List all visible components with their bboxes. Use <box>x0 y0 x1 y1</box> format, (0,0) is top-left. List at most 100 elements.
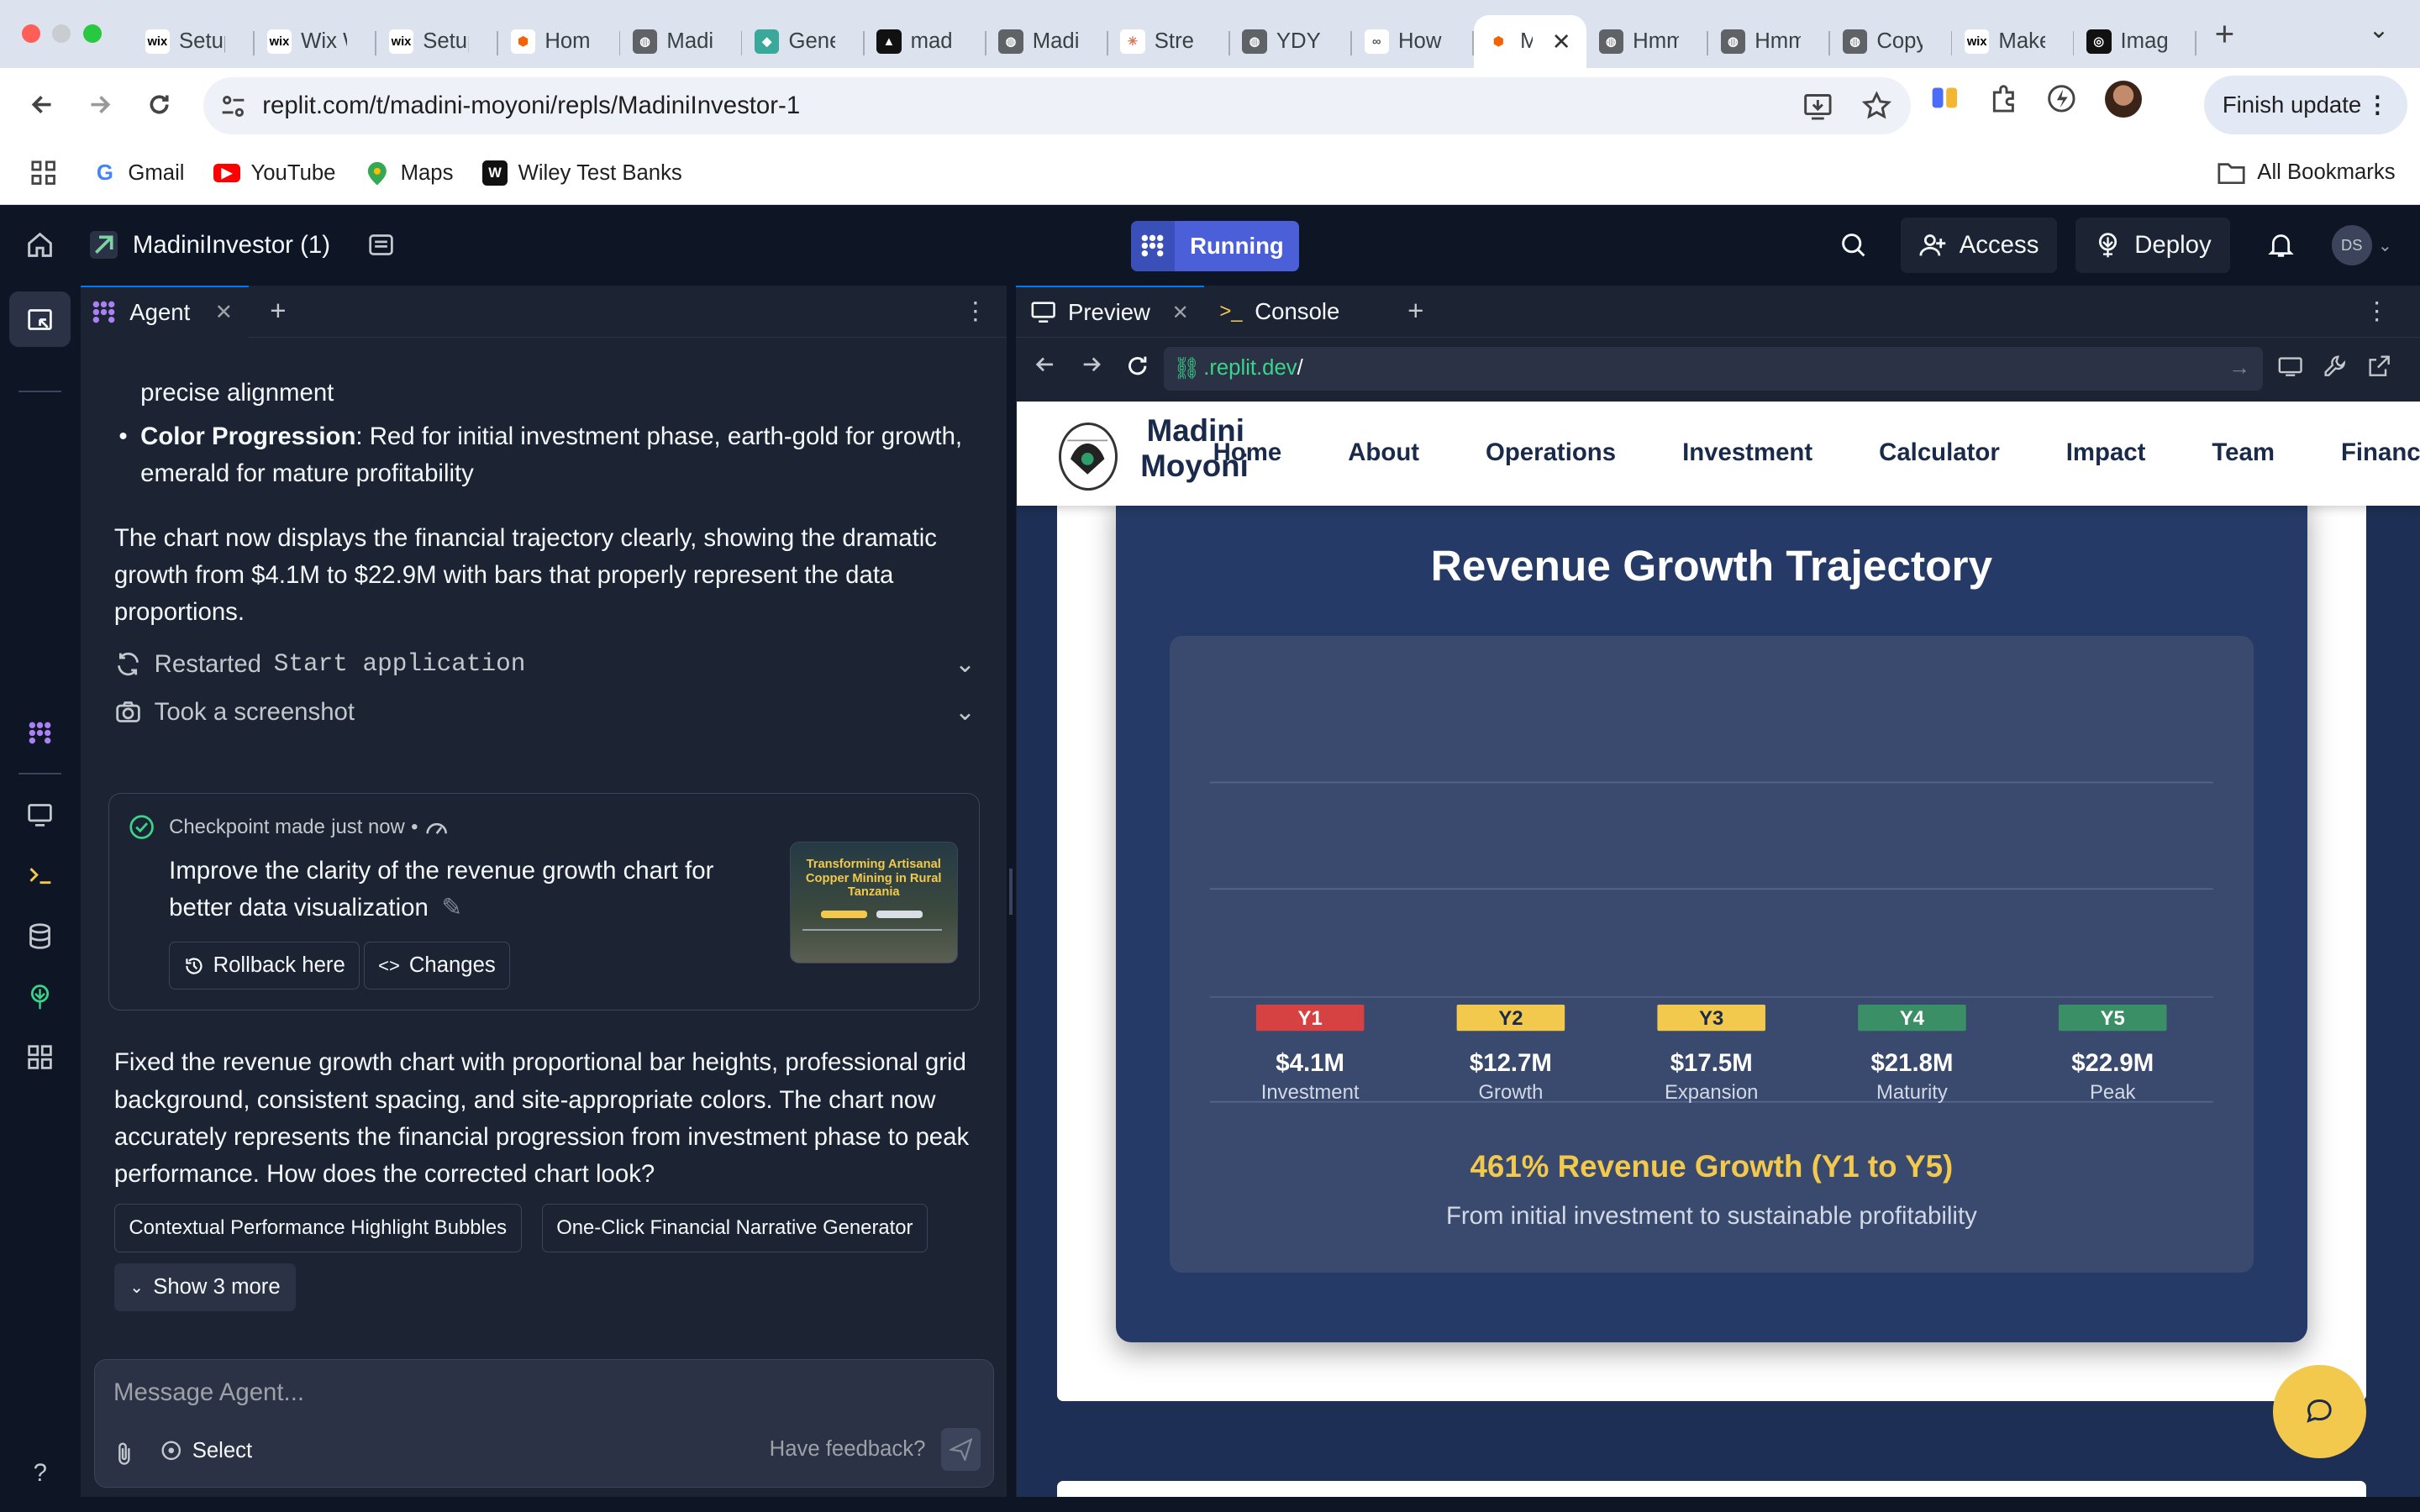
browser-tab[interactable]: ▲ mad <box>865 15 986 67</box>
apps-grid-icon[interactable] <box>31 160 55 186</box>
bookmark-maps[interactable]: Maps <box>365 160 453 185</box>
back-icon[interactable] <box>1034 354 1056 375</box>
more-vert-icon[interactable]: ⋮ <box>963 297 987 326</box>
bookmark-gmail[interactable]: G Gmail <box>92 160 185 185</box>
extension-icon[interactable] <box>1929 83 1960 114</box>
changes-button[interactable]: <> Changes <box>363 942 511 990</box>
reload-icon[interactable] <box>129 91 188 118</box>
browser-tab[interactable]: ◍ YDY <box>1230 15 1352 67</box>
browser-tab[interactable]: ◍ Hmm <box>1708 15 1831 67</box>
maximize-window-button[interactable] <box>83 24 103 44</box>
browser-tab[interactable]: ◍ Copy <box>1830 15 1953 67</box>
close-tab-icon[interactable]: ✕ <box>1552 29 1571 55</box>
more-vert-icon[interactable]: ⋮ <box>2366 92 2390 118</box>
close-tab-icon[interactable]: ✕ <box>1172 301 1189 325</box>
preview-url-bar[interactable]: ⛓ .replit.dev / → <box>1163 347 2263 391</box>
forward-icon[interactable] <box>71 91 129 118</box>
feedback-link[interactable]: Have feedback? <box>770 1437 926 1462</box>
browser-tab[interactable]: ⬢ Home <box>498 15 621 67</box>
panel-resize-handle[interactable] <box>1006 285 1016 1512</box>
browser-tab[interactable]: wix Setup <box>376 15 499 67</box>
browser-tab[interactable]: wix Wix W <box>255 15 377 67</box>
browser-tab[interactable]: ◍ Madi <box>986 15 1108 67</box>
browser-tab[interactable]: wix Make <box>1952 15 2075 67</box>
send-button[interactable] <box>940 1427 981 1472</box>
agent-icon[interactable] <box>24 717 55 748</box>
home-icon[interactable] <box>26 231 54 259</box>
chevron-down-icon[interactable]: ⌄ <box>955 646 976 683</box>
reload-icon[interactable] <box>1125 354 1150 378</box>
speedometer-icon[interactable] <box>424 816 449 838</box>
browser-tab[interactable]: ◎ Imag <box>2074 15 2196 67</box>
site-nav-link[interactable]: Impact <box>2066 438 2146 467</box>
edit-pencil-icon[interactable]: ✎ <box>441 894 462 921</box>
show-more-button[interactable]: ⌄ Show 3 more <box>113 1263 296 1312</box>
help-icon[interactable]: ? <box>24 1458 55 1489</box>
back-icon[interactable] <box>13 91 71 118</box>
log-restart-row[interactable]: Restarted Start application ⌄ <box>114 640 979 688</box>
suggestion-chip[interactable]: One-Click Financial Narrative Generator <box>541 1203 929 1253</box>
site-nav-link[interactable]: Home <box>1213 438 1282 467</box>
forward-icon[interactable] <box>1081 354 1102 375</box>
site-nav-link[interactable]: Financ <box>2341 438 2420 467</box>
site-logo[interactable] <box>1058 423 1118 491</box>
site-nav-link[interactable]: Investment <box>1682 438 1812 467</box>
preview-icon[interactable] <box>24 799 55 830</box>
extensions-puzzle-icon[interactable] <box>1988 83 2019 114</box>
deploy-button[interactable]: Deploy <box>2075 217 2230 274</box>
paperclip-icon[interactable] <box>113 1441 135 1465</box>
suggestion-chip[interactable]: Contextual Performance Highlight Bubbles <box>113 1203 522 1253</box>
profile-avatar[interactable] <box>2105 80 2143 118</box>
run-status-button[interactable]: Running <box>1131 220 1300 272</box>
bookmark-wiley[interactable]: W Wiley Test Banks <box>482 160 682 186</box>
files-icon[interactable] <box>24 304 55 335</box>
browser-tab[interactable]: wix Setup <box>133 15 255 67</box>
browser-tab[interactable]: ⬢ M ✕ <box>1473 15 1587 68</box>
tab-search-icon[interactable]: ⌄ <box>2369 15 2390 45</box>
bookmark-star-icon[interactable] <box>1861 91 1892 122</box>
site-info-icon[interactable] <box>219 92 247 120</box>
database-icon[interactable] <box>24 921 55 953</box>
site-nav-link[interactable]: Operations <box>1486 438 1616 467</box>
all-tools-icon[interactable] <box>24 1042 55 1073</box>
tab-console[interactable]: >_ Console <box>1204 286 1355 338</box>
rollback-button[interactable]: Rollback here <box>169 942 360 990</box>
bookmark-youtube[interactable]: ▶ YouTube <box>213 161 335 186</box>
wrench-icon[interactable] <box>2323 354 2347 378</box>
project-title[interactable]: MadiniInvestor (1) <box>89 231 396 260</box>
device-view-icon[interactable] <box>2278 354 2302 378</box>
console-icon[interactable] <box>24 859 55 890</box>
deployments-icon[interactable] <box>24 981 55 1012</box>
access-button[interactable]: Access <box>1900 217 2058 274</box>
add-tab-icon[interactable]: + <box>1407 296 1423 328</box>
performance-icon[interactable] <box>2046 83 2077 114</box>
user-avatar[interactable]: DS <box>2331 225 2372 265</box>
finish-update-button[interactable]: Finish update ⋮ <box>2203 75 2408 134</box>
chevron-down-icon[interactable]: ⌄ <box>2378 235 2392 256</box>
site-nav-link[interactable]: Calculator <box>1879 438 2000 467</box>
add-tab-icon[interactable]: + <box>270 296 286 328</box>
checkpoint-screenshot-thumbnail[interactable]: Transforming Artisanal Copper Mining in … <box>789 841 958 964</box>
message-input[interactable]: Message Agent... <box>113 1378 304 1407</box>
close-tab-icon[interactable]: ✕ <box>215 300 234 325</box>
log-screenshot-row[interactable]: Took a screenshot ⌄ <box>114 688 979 736</box>
minimize-window-button[interactable] <box>52 24 71 44</box>
arrow-right-icon[interactable]: → <box>2228 356 2250 381</box>
open-new-window-icon[interactable] <box>2367 354 2391 378</box>
browser-tab[interactable]: ✳ Stre <box>1108 15 1230 67</box>
all-bookmarks-button[interactable]: All Bookmarks <box>2217 160 2396 185</box>
site-nav-link[interactable]: About <box>1348 438 1419 467</box>
install-app-icon[interactable] <box>1802 91 1833 122</box>
close-window-button[interactable] <box>21 24 40 44</box>
chat-fab-button[interactable] <box>2273 1365 2366 1458</box>
site-nav-link[interactable]: Team <box>2212 438 2275 467</box>
browser-tab[interactable]: ◍ Madi <box>620 15 743 67</box>
tab-preview[interactable]: Preview ✕ <box>1015 285 1205 338</box>
project-settings-icon[interactable] <box>367 231 395 259</box>
select-element-button[interactable]: Select <box>160 1439 252 1463</box>
new-tab-button[interactable]: + <box>2215 14 2235 54</box>
tab-agent[interactable]: Agent ✕ <box>80 285 249 338</box>
chevron-down-icon[interactable]: ⌄ <box>955 694 976 731</box>
browser-tab[interactable]: ◍ Hmm <box>1586 15 1709 67</box>
bell-icon[interactable] <box>2267 231 2295 259</box>
